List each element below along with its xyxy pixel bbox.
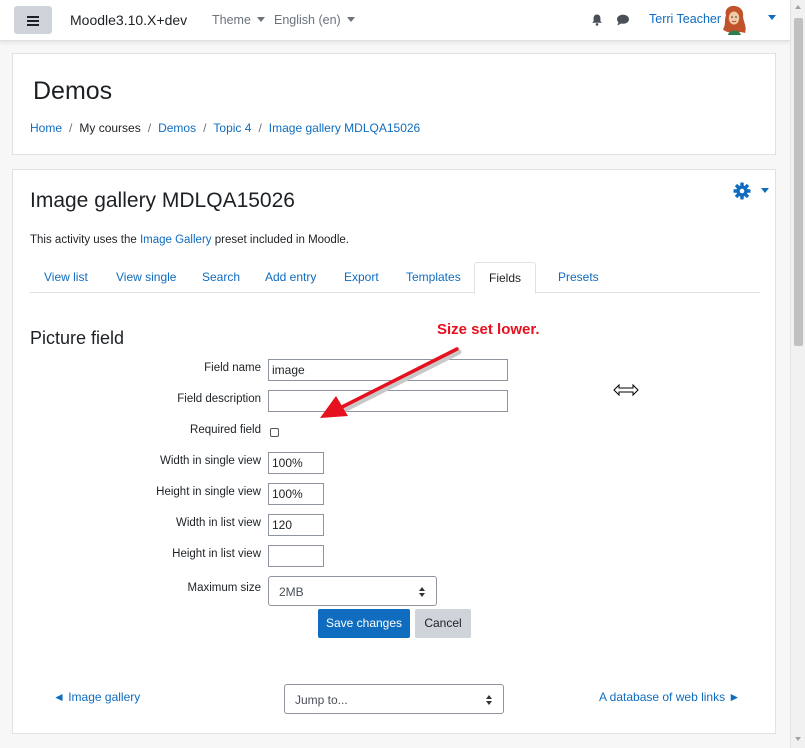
- maximum-size-value: 2MB: [279, 585, 304, 599]
- annotation-text: Size set lower.: [437, 321, 540, 338]
- drawer-toggle-button[interactable]: [14, 6, 52, 34]
- scroll-down-arrow-icon[interactable]: [795, 737, 801, 741]
- breadcrumb-demos[interactable]: Demos: [158, 121, 196, 135]
- next-activity-link[interactable]: A database of web links ►: [599, 690, 740, 704]
- breadcrumb-my-courses: My courses: [79, 121, 141, 135]
- field-name-label: Field name: [204, 362, 261, 374]
- chevron-down-icon: [256, 17, 265, 22]
- jump-to-select[interactable]: Jump to...: [284, 684, 504, 714]
- page-scrollbar[interactable]: [790, 0, 805, 748]
- annotation-arrow-icon: [320, 347, 462, 418]
- scroll-up-arrow-icon[interactable]: [795, 5, 801, 9]
- activity-tabs: View list View single Search Add entry E…: [30, 262, 760, 294]
- hamburger-icon: [27, 15, 39, 26]
- height-single-view-label: Height in single view: [156, 486, 261, 498]
- scrollbar-thumb[interactable]: [794, 18, 803, 346]
- user-menu-chevron-down-icon[interactable]: [768, 15, 776, 20]
- tab-templates[interactable]: Templates: [392, 262, 475, 293]
- width-list-view-input[interactable]: [268, 514, 324, 536]
- tab-fields[interactable]: Fields: [474, 262, 537, 294]
- image-gallery-preset-link[interactable]: Image Gallery: [140, 234, 212, 246]
- activity-title: Image gallery MDLQA15026: [30, 189, 295, 212]
- jump-to-label: Jump to...: [295, 693, 348, 707]
- width-list-view-label: Width in list view: [176, 517, 261, 529]
- width-single-view-label: Width in single view: [160, 455, 261, 467]
- height-list-view-input[interactable]: [268, 545, 324, 567]
- tab-export[interactable]: Export: [330, 262, 393, 293]
- intro-text-after: preset included in Moodle.: [211, 234, 349, 246]
- breadcrumb-separator: /: [258, 121, 262, 135]
- site-brand-link[interactable]: Moodle3.10.X+dev: [70, 12, 187, 28]
- save-changes-button[interactable]: Save changes: [318, 609, 410, 638]
- language-menu[interactable]: English ‎(en)‎: [274, 13, 355, 27]
- width-single-view-input[interactable]: [268, 452, 324, 474]
- maximum-size-label: Maximum size: [187, 582, 261, 594]
- height-list-view-label: Height in list view: [172, 548, 261, 560]
- actions-menu-chevron-down-icon[interactable]: [761, 188, 769, 193]
- intro-text-before: This activity uses the: [30, 234, 140, 246]
- top-navbar: Moodle3.10.X+dev Theme English ‎(en)‎ Te…: [0, 0, 790, 41]
- theme-menu[interactable]: Theme: [212, 13, 265, 27]
- page-title: Demos: [33, 77, 113, 105]
- select-arrows-icon: [486, 695, 493, 705]
- previous-activity-link[interactable]: ◄ Image gallery: [53, 690, 140, 704]
- messages-chat-icon[interactable]: [616, 14, 630, 26]
- select-arrows-icon: [419, 587, 426, 597]
- required-field-label: Required field: [190, 424, 261, 436]
- chevron-down-icon: [346, 17, 355, 22]
- breadcrumb-topic-4[interactable]: Topic 4: [213, 121, 251, 135]
- tab-add-entry[interactable]: Add entry: [251, 262, 330, 293]
- notifications-bell-icon[interactable]: [591, 14, 603, 26]
- user-menu-name[interactable]: Terri Teacher: [649, 12, 721, 26]
- activity-intro: This activity uses the Image Gallery pre…: [30, 234, 349, 246]
- tab-view-list[interactable]: View list: [30, 262, 102, 293]
- tab-view-single[interactable]: View single: [102, 262, 190, 293]
- height-single-view-input[interactable]: [268, 483, 324, 505]
- field-description-label: Field description: [177, 393, 261, 405]
- theme-menu-label: Theme: [212, 13, 251, 27]
- language-menu-label: English ‎(en)‎: [274, 13, 341, 27]
- breadcrumb-separator: /: [203, 121, 207, 135]
- required-field-checkbox[interactable]: [270, 428, 279, 437]
- main-content: Image gallery MDLQA15026 This activity u…: [12, 169, 776, 734]
- breadcrumb-separator: /: [69, 121, 73, 135]
- user-avatar[interactable]: [720, 5, 748, 35]
- gear-icon[interactable]: [733, 182, 751, 200]
- section-title: Picture field: [30, 328, 125, 348]
- horizontal-resize-cursor-icon: [613, 383, 639, 397]
- breadcrumb-activity[interactable]: Image gallery MDLQA15026: [269, 121, 420, 135]
- cancel-button[interactable]: Cancel: [415, 609, 471, 638]
- maximum-size-select[interactable]: 2MB: [268, 576, 437, 606]
- tab-search[interactable]: Search: [188, 262, 254, 293]
- breadcrumb-separator: /: [147, 121, 152, 135]
- breadcrumb: Home / My courses / Demos / Topic 4 / Image gall…: [30, 121, 420, 135]
- page-header: Demos Home / My courses / Demos / Topic 4 / Imag…: [12, 53, 776, 155]
- tab-presets[interactable]: Presets: [544, 262, 613, 293]
- breadcrumb-home[interactable]: Home: [30, 121, 62, 135]
